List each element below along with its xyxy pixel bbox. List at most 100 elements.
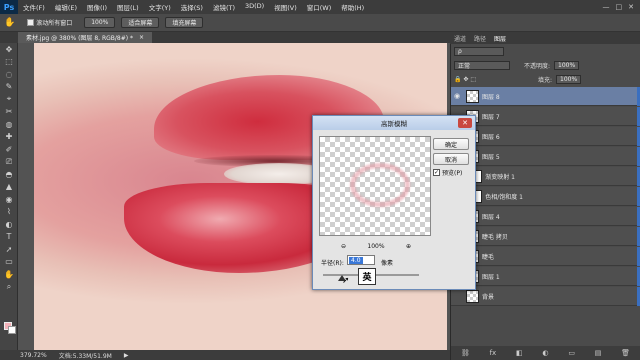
cancel-button[interactable]: 取消: [433, 153, 469, 165]
tool-icon-17[interactable]: ▭: [0, 256, 18, 269]
fill-screen-button[interactable]: 填充屏幕: [165, 17, 204, 28]
layer-row[interactable]: ◑渐变映射 1: [451, 166, 640, 186]
zoom-in-icon[interactable]: ⊕: [406, 243, 411, 250]
layer-thumbnail: [466, 289, 479, 303]
blend-mode-select[interactable]: 正常: [454, 61, 510, 70]
background-color-swatch[interactable]: [8, 326, 16, 334]
tool-icon-13[interactable]: ⌇: [0, 206, 18, 219]
tab-layers[interactable]: 图层: [494, 34, 506, 43]
ok-button[interactable]: 确定: [433, 138, 469, 150]
zoom-readout[interactable]: 379.72%: [20, 352, 47, 359]
menu-item-3[interactable]: 图层(L): [112, 2, 144, 12]
fit-screen-button[interactable]: 适合屏幕: [121, 17, 160, 28]
layer-row[interactable]: ◉ 图层 8: [451, 86, 640, 106]
menu-item-4[interactable]: 文字(Y): [144, 2, 176, 12]
menu-item-9[interactable]: 窗口(W): [302, 2, 337, 12]
tool-icon-5[interactable]: ✂: [0, 106, 18, 119]
close-tab-icon[interactable]: ×: [139, 34, 144, 41]
tab-channels[interactable]: 通道: [454, 34, 466, 43]
layer-name: 睫毛: [482, 253, 495, 261]
opacity-input[interactable]: 100%: [554, 61, 580, 70]
menu-item-7[interactable]: 3D(D): [240, 2, 269, 12]
zoom-100-button[interactable]: 100%: [84, 17, 116, 28]
preview-checkbox[interactable]: ✓ 预览(P): [433, 168, 462, 177]
layer-row[interactable]: 图层 7: [451, 106, 640, 126]
scroll-all-windows-checkbox[interactable]: 滚动所有窗口: [21, 17, 78, 28]
layer-name: 睫毛 拷贝: [482, 233, 508, 241]
visibility-eye-icon[interactable]: ◉: [451, 92, 463, 100]
dialog-titlebar[interactable]: 高斯模糊: [313, 116, 475, 130]
layers-panel-footer: ⛓ fx ◧ ◐ ▭ ▤ 🗑: [451, 346, 640, 360]
preview-label: 预览(P): [442, 170, 463, 177]
radius-value: 4.0: [349, 256, 363, 264]
tool-icon-19[interactable]: ⌕: [0, 281, 18, 294]
dialog-title: 高斯模糊: [381, 120, 407, 128]
tool-icon-0[interactable]: ✥: [0, 43, 18, 56]
tool-icon-11[interactable]: ▲: [0, 181, 18, 194]
tool-icon-12[interactable]: ◉: [0, 193, 18, 206]
tool-icon-7[interactable]: ✚: [0, 131, 18, 144]
layer-row[interactable]: ◑色相/饱和度 1: [451, 186, 640, 206]
layer-row[interactable]: 图层 6: [451, 126, 640, 146]
mouse-cursor-icon: ➚: [342, 276, 350, 286]
fill-label: 填充:: [538, 77, 553, 84]
menu-item-0[interactable]: 文件(F): [18, 2, 50, 12]
layer-row[interactable]: 图层 4: [451, 206, 640, 226]
window-controls: — □ ✕: [603, 3, 640, 11]
tool-icon-15[interactable]: T: [0, 231, 18, 244]
maximize-button[interactable]: □: [616, 3, 623, 11]
lock-icons[interactable]: 🔒 ✥ ⬚: [454, 76, 534, 83]
zoom-out-icon[interactable]: ⊖: [341, 243, 346, 250]
menu-item-6[interactable]: 滤镜(T): [208, 2, 240, 12]
layer-filter-row: ρ: [452, 46, 638, 57]
document-tab[interactable]: 素材.jpg @ 380% (图层 8, RGB/8#) * ×: [18, 32, 153, 43]
checkbox-check-icon: ✓: [433, 169, 440, 176]
layer-footer-icon-1[interactable]: fx: [490, 349, 497, 357]
layer-row[interactable]: 图层 1: [451, 266, 640, 286]
layer-row[interactable]: 睫毛 拷贝: [451, 226, 640, 246]
blur-preview[interactable]: [319, 136, 431, 236]
tool-icon-18[interactable]: ✋: [0, 268, 18, 281]
menu-bar: Ps 文件(F) 编辑(E) 图像(I) 图层(L) 文字(Y) 选择(S) 滤镜(T) 3D…: [0, 0, 640, 14]
layer-row[interactable]: 睫毛: [451, 246, 640, 266]
layer-footer-icon-5[interactable]: ▤: [595, 349, 602, 357]
tool-icon-9[interactable]: ⎚: [0, 156, 18, 169]
close-window-button[interactable]: ✕: [628, 3, 634, 11]
radius-input[interactable]: 4.0: [347, 255, 375, 265]
menu-item-1[interactable]: 编辑(E): [50, 2, 82, 12]
layer-footer-icon-4[interactable]: ▭: [568, 349, 575, 357]
layer-footer-icon-3[interactable]: ◐: [542, 349, 548, 357]
layer-footer-icon-2[interactable]: ◧: [516, 349, 523, 357]
layer-footer-icon-6[interactable]: 🗑: [621, 349, 630, 357]
layer-footer-icon-0[interactable]: ⛓: [461, 349, 470, 357]
menu-item-5[interactable]: 选择(S): [176, 2, 208, 12]
tool-icon-4[interactable]: ⌖: [0, 93, 18, 106]
layer-name: 图层 4: [482, 213, 500, 221]
layer-row[interactable]: 图层 5: [451, 146, 640, 166]
tool-icon-1[interactable]: ⬚: [0, 56, 18, 69]
layer-kind-filter[interactable]: ρ: [454, 47, 504, 56]
minimize-button[interactable]: —: [603, 3, 610, 11]
preview-zoom-row: ⊖ 100% ⊕: [341, 243, 411, 250]
tool-icon-3[interactable]: ✎: [0, 81, 18, 94]
tool-icon-14[interactable]: ◐: [0, 218, 18, 231]
tool-icon-16[interactable]: ➚: [0, 243, 18, 256]
tool-icon-8[interactable]: ✐: [0, 143, 18, 156]
layer-name: 色相/饱和度 1: [485, 193, 523, 201]
hand-tool-icon: ✋: [4, 17, 16, 28]
dialog-close-button[interactable]: ✕: [458, 118, 472, 128]
document-size: 文档:5.33M/51.9M: [58, 352, 112, 360]
status-menu-arrow-icon[interactable]: ▶: [124, 352, 129, 359]
panel-tabs: 通道 路径 图层: [450, 32, 640, 44]
tools-panel: ✥ ⬚ ◌ ✎ ⌖ ✂ ◍ ✚ ✐ ⎚ ◓ ▲ ◉ ⌇ ◐ T ➚ ▭ ✋ ⌕: [0, 43, 18, 350]
menu-item-10[interactable]: 帮助(H): [336, 2, 369, 12]
menu-item-8[interactable]: 视图(V): [269, 2, 302, 12]
tool-icon-2[interactable]: ◌: [0, 68, 18, 81]
tab-paths[interactable]: 路径: [474, 34, 486, 43]
scroll-all-windows-label: 滚动所有窗口: [36, 20, 73, 27]
menu-item-2[interactable]: 图像(I): [82, 2, 112, 12]
tool-icon-10[interactable]: ◓: [0, 168, 18, 181]
fill-input[interactable]: 100%: [556, 75, 582, 84]
layer-row[interactable]: 背景: [451, 286, 640, 306]
tool-icon-6[interactable]: ◍: [0, 118, 18, 131]
